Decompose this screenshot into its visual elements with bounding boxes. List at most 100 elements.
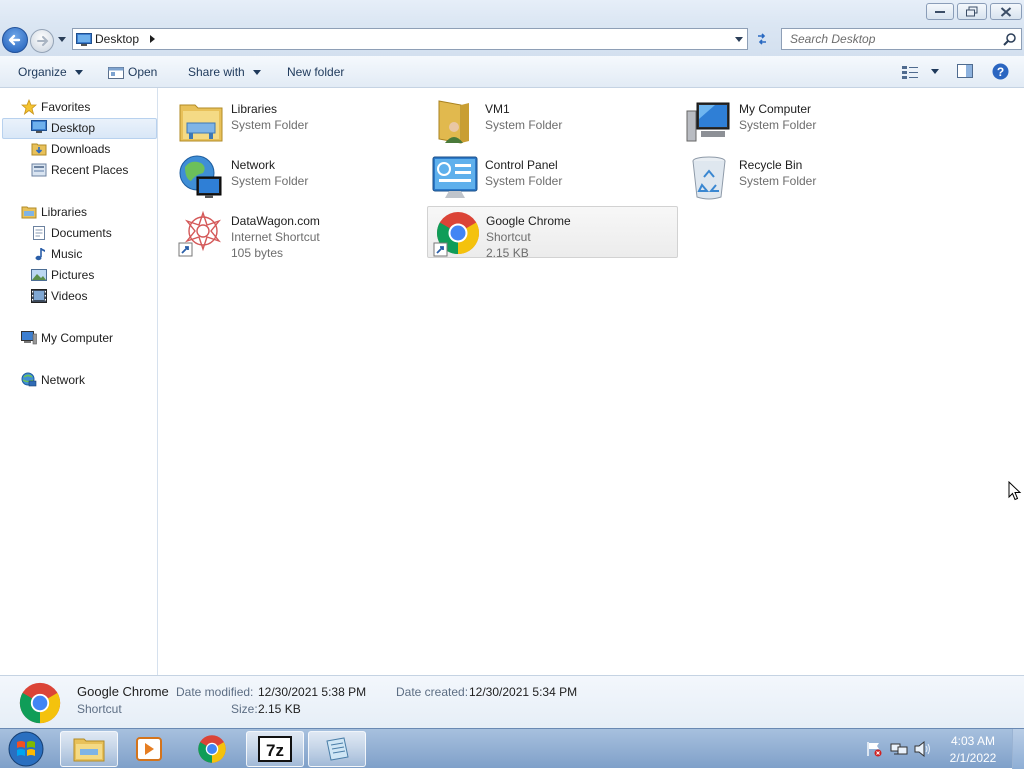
taskbar-notepad[interactable] xyxy=(308,731,366,767)
tile-type: System Folder xyxy=(739,118,817,132)
new-folder-button[interactable]: New folder xyxy=(287,65,344,79)
address-bar[interactable]: Desktop xyxy=(72,28,748,50)
search-icon[interactable] xyxy=(1003,32,1017,46)
back-arrow-icon xyxy=(8,34,21,46)
size-label: Size: xyxy=(231,702,258,716)
tile-type: Internet Shortcut xyxy=(231,230,320,244)
date-created-label: Date created: xyxy=(396,685,469,699)
restore-button[interactable] xyxy=(957,3,987,20)
tile-my-computer[interactable]: My Computer System Folder xyxy=(681,95,931,147)
action-center-flag-icon[interactable] xyxy=(866,741,882,757)
start-button[interactable] xyxy=(6,730,46,768)
close-button[interactable] xyxy=(990,3,1022,20)
help-button[interactable]: ? xyxy=(992,63,1009,83)
tile-name: DataWagon.com xyxy=(231,214,320,228)
control-panel-icon xyxy=(432,156,478,198)
organize-label: Organize xyxy=(18,65,67,79)
back-button[interactable] xyxy=(2,27,28,53)
tile-name: VM1 xyxy=(485,102,510,116)
address-dropdown-icon[interactable] xyxy=(735,37,743,42)
chrome-icon xyxy=(198,735,226,763)
tile-control-panel[interactable]: Control Panel System Folder xyxy=(427,151,677,203)
file-list[interactable]: Libraries System Folder VM1 System Folde… xyxy=(159,88,1024,675)
mouse-cursor-icon xyxy=(1008,481,1022,501)
tile-name: Control Panel xyxy=(485,158,558,172)
details-name: Google Chrome xyxy=(77,684,169,699)
tile-libraries[interactable]: Libraries System Folder xyxy=(173,95,423,147)
close-icon xyxy=(1000,6,1012,17)
desktop-icon xyxy=(76,33,92,46)
tile-name: Libraries xyxy=(231,102,278,116)
help-icon: ? xyxy=(992,63,1009,80)
pictures-icon xyxy=(31,269,47,281)
forward-button[interactable] xyxy=(30,29,54,53)
restore-icon xyxy=(966,6,978,16)
user-folder-icon xyxy=(438,100,469,144)
star-icon xyxy=(21,99,37,115)
navigation-pane: Favorites Desktop Downloads Recent Place… xyxy=(0,88,158,675)
tile-network[interactable]: Network System Folder xyxy=(173,151,423,203)
desktop-icon xyxy=(31,120,47,133)
taskbar-explorer[interactable] xyxy=(60,731,118,767)
nav-network-label: Network xyxy=(41,373,86,387)
address-location[interactable]: Desktop xyxy=(95,32,139,46)
nav-my-computer-label: My Computer xyxy=(41,331,114,345)
clock-time[interactable]: 4:03 AM xyxy=(946,734,1000,748)
details-pane: Google Chrome Shortcut Date modified: 12… xyxy=(0,675,1024,728)
refresh-button[interactable] xyxy=(750,28,774,50)
recent-pages-dropdown-icon[interactable] xyxy=(58,37,66,42)
change-view-button[interactable] xyxy=(902,64,940,79)
title-bar[interactable] xyxy=(0,0,1024,24)
taskbar-media-player[interactable] xyxy=(120,731,178,767)
taskbar: 7z 4:03 AM 2/1/2022 xyxy=(0,728,1024,769)
share-with-button[interactable]: Share with xyxy=(188,65,262,79)
chevron-down-icon xyxy=(931,69,940,75)
tile-recycle-bin[interactable]: Recycle Bin System Folder xyxy=(681,151,931,203)
new-folder-label: New folder xyxy=(287,65,345,79)
open-label: Open xyxy=(128,65,158,79)
nav-music-label: Music xyxy=(51,247,83,261)
recent-places-icon xyxy=(31,163,47,177)
libraries-icon xyxy=(21,206,37,219)
nav-pictures-label: Pictures xyxy=(51,268,95,282)
windows-logo-icon xyxy=(8,731,44,767)
show-desktop-button[interactable] xyxy=(1012,729,1024,769)
tile-datawagon[interactable]: DataWagon.com Internet Shortcut 105 byte… xyxy=(173,207,423,260)
share-with-label: Share with xyxy=(188,65,245,79)
7zip-icon: 7z xyxy=(258,736,292,762)
preview-pane-button[interactable] xyxy=(957,64,973,81)
date-modified-value: 12/30/2021 5:38 PM xyxy=(258,685,367,699)
tile-type: System Folder xyxy=(231,174,309,188)
forward-arrow-icon xyxy=(37,36,49,46)
minimize-button[interactable] xyxy=(926,3,954,20)
open-button[interactable]: Open xyxy=(108,65,157,79)
taskbar-7zip[interactable]: 7z xyxy=(246,731,304,767)
organize-button[interactable]: Organize xyxy=(18,65,84,79)
tile-vm1[interactable]: VM1 System Folder xyxy=(427,95,677,147)
notepad-icon xyxy=(326,737,349,761)
tile-name: Google Chrome xyxy=(486,214,571,228)
computer-icon xyxy=(21,331,37,345)
music-note-icon xyxy=(35,248,45,261)
taskbar-chrome[interactable] xyxy=(183,731,241,767)
recycle-bin-icon xyxy=(692,156,726,200)
breadcrumb-chevron-icon[interactable] xyxy=(150,35,155,43)
refresh-icon xyxy=(758,33,766,45)
preview-pane-icon xyxy=(957,64,973,78)
network-status-icon[interactable] xyxy=(890,741,908,757)
explorer-icon xyxy=(73,738,105,762)
7zip-label: 7z xyxy=(266,741,284,760)
search-box[interactable]: Search Desktop xyxy=(781,28,1022,50)
internet-shortcut-icon xyxy=(178,210,222,257)
chrome-icon xyxy=(19,682,61,724)
tile-google-chrome[interactable]: Google Chrome Shortcut 2.15 KB xyxy=(427,206,678,260)
videos-icon xyxy=(31,289,47,303)
chevron-down-icon xyxy=(75,70,84,76)
volume-icon[interactable] xyxy=(914,741,932,757)
network-icon xyxy=(179,155,222,198)
clock-date[interactable]: 2/1/2022 xyxy=(946,751,1000,765)
search-input[interactable]: Search Desktop xyxy=(790,32,875,46)
computer-icon xyxy=(686,102,730,142)
tile-name: Recycle Bin xyxy=(739,158,803,172)
nav-favorites-label: Favorites xyxy=(41,100,91,114)
